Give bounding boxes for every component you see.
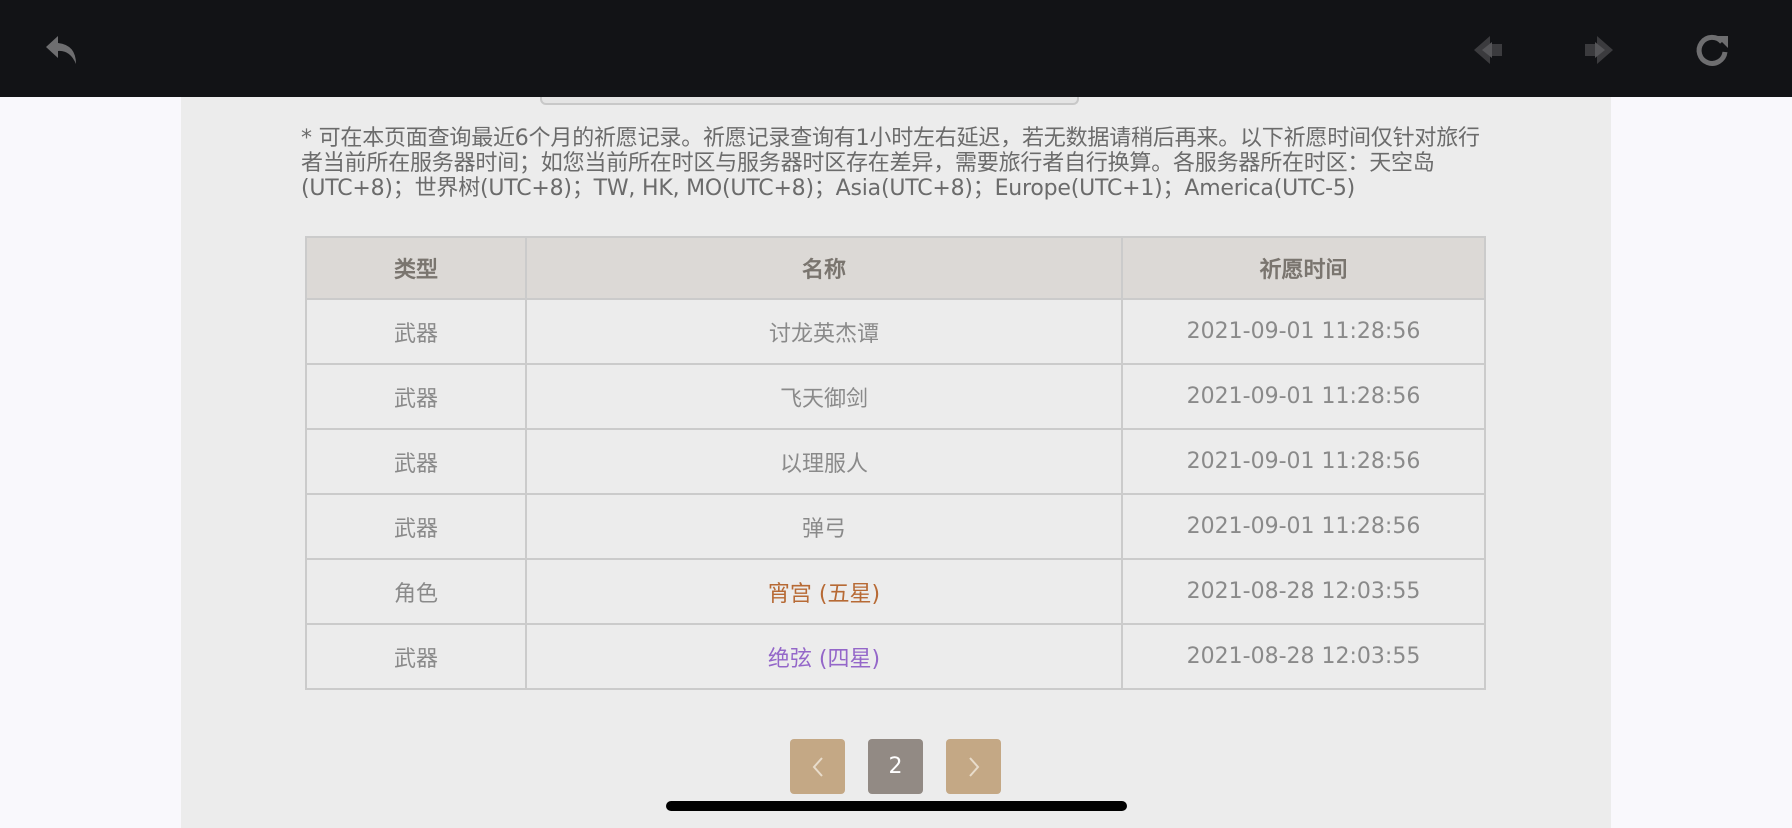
table-row: 武器 飞天御剑 2021-09-01 11:28:56 xyxy=(305,363,1486,430)
home-indicator xyxy=(666,801,1127,811)
table-row: 武器 以理服人 2021-09-01 11:28:56 xyxy=(305,428,1486,495)
cell-name: 飞天御剑 xyxy=(525,363,1123,430)
cell-name-five-star: 宵宫 (五星) xyxy=(525,558,1123,625)
gacha-history-table: 类型 名称 祈愿时间 武器 讨龙英杰谭 2021-09-01 11:28:56 … xyxy=(305,236,1486,690)
header-name: 名称 xyxy=(525,236,1123,300)
cell-type: 武器 xyxy=(305,363,527,430)
next-page-button[interactable] xyxy=(946,739,1001,794)
table-row: 武器 讨龙英杰谭 2021-09-01 11:28:56 xyxy=(305,298,1486,365)
header-type: 类型 xyxy=(305,236,527,300)
prev-page-button[interactable] xyxy=(790,739,845,794)
pagination: 2 xyxy=(790,739,1001,794)
table-header-row: 类型 名称 祈愿时间 xyxy=(305,236,1486,300)
cell-type: 角色 xyxy=(305,558,527,625)
chevron-left-icon xyxy=(812,756,823,777)
notice-text: * 可在本页面查询最近6个月的祈愿记录。祈愿记录查询有1小时左右延迟，若无数据请… xyxy=(301,126,1480,201)
cell-type: 武器 xyxy=(305,298,527,365)
cell-name-four-star: 绝弦 (四星) xyxy=(525,623,1123,690)
cell-time: 2021-08-28 12:03:55 xyxy=(1121,558,1486,625)
cell-type: 武器 xyxy=(305,493,527,560)
cell-name: 讨龙英杰谭 xyxy=(525,298,1123,365)
browser-toolbar xyxy=(0,0,1792,97)
nav-prev-icon[interactable] xyxy=(1460,22,1516,78)
refresh-icon[interactable] xyxy=(1684,22,1740,78)
nav-next-icon[interactable] xyxy=(1571,22,1627,78)
undo-arrow-icon[interactable] xyxy=(34,22,90,78)
cell-time: 2021-09-01 11:28:56 xyxy=(1121,493,1486,560)
table-row: 角色 宵宫 (五星) 2021-08-28 12:03:55 xyxy=(305,558,1486,625)
filter-box-edge xyxy=(540,97,1079,105)
cell-name: 以理服人 xyxy=(525,428,1123,495)
cell-time: 2021-09-01 11:28:56 xyxy=(1121,298,1486,365)
cell-time: 2021-09-01 11:28:56 xyxy=(1121,428,1486,495)
header-time: 祈愿时间 xyxy=(1121,236,1486,300)
current-page-button[interactable]: 2 xyxy=(868,739,923,794)
cell-time: 2021-09-01 11:28:56 xyxy=(1121,363,1486,430)
cell-time: 2021-08-28 12:03:55 xyxy=(1121,623,1486,690)
chevron-right-icon xyxy=(968,756,979,777)
table-row: 武器 弹弓 2021-09-01 11:28:56 xyxy=(305,493,1486,560)
cell-type: 武器 xyxy=(305,623,527,690)
table-row: 武器 绝弦 (四星) 2021-08-28 12:03:55 xyxy=(305,623,1486,690)
cell-name: 弹弓 xyxy=(525,493,1123,560)
cell-type: 武器 xyxy=(305,428,527,495)
